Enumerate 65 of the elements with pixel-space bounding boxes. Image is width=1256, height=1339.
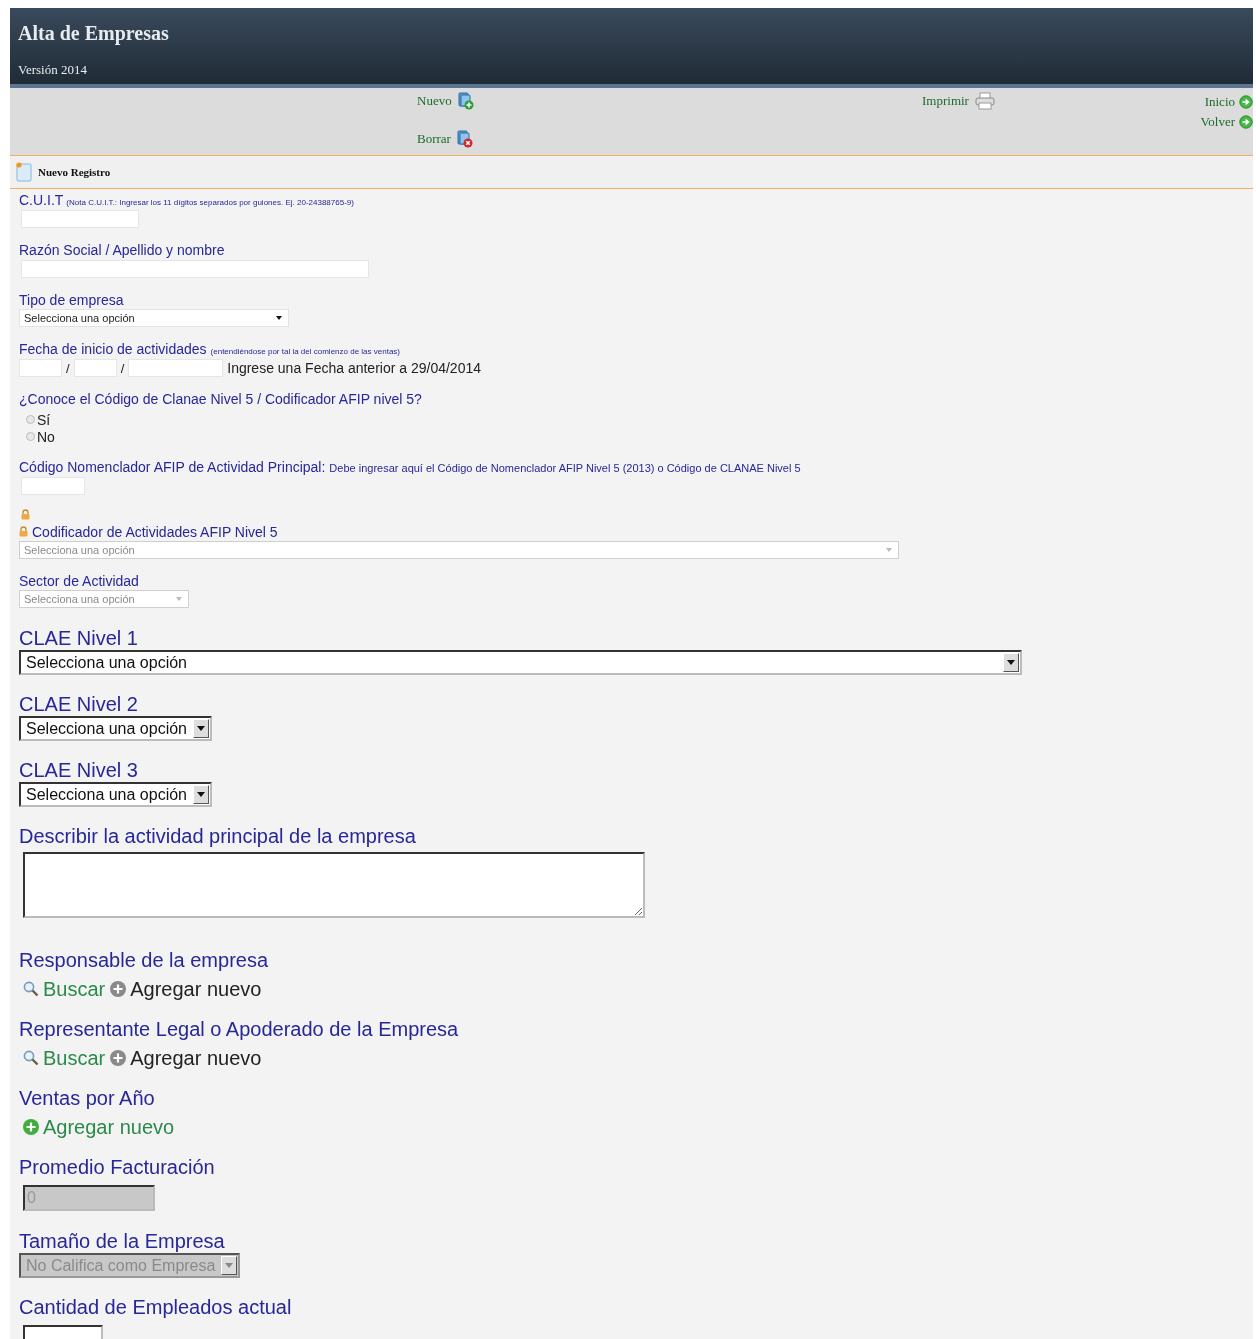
caret-icon [1003,653,1019,672]
field-label: Tipo de empresa [19,292,124,308]
field-label: Tamaño de la Empresa [19,1229,225,1253]
field-label: Fecha de inicio de actividades [19,341,207,357]
dropdown[interactable]: Selecciona una opción [19,716,212,741]
date-separator: / [120,360,125,376]
action-link[interactable]: Buscar [22,977,106,1001]
field-label: CLAE Nivel 3 [19,758,138,782]
search-icon [22,980,40,998]
field-label: Razón Social / Apellido y nombre [19,242,225,258]
year-input[interactable] [128,359,224,377]
field-label: Cantidad de Empleados actual [19,1295,292,1319]
month-input[interactable] [73,359,117,377]
field-label: Ventas por Año [19,1086,155,1110]
version-label: Versión 2014 [18,62,88,78]
field-label: Promedio Facturación [19,1155,215,1179]
caret-icon [276,316,282,320]
date-hint: Ingrese una Fecha anterior a 29/04/2014 [227,360,481,376]
delete-document-icon [456,130,473,148]
field-label: Codificador de Actividades AFIP Nivel 5 [32,524,278,540]
search-icon [22,1049,40,1067]
field-label: CLAE Nivel 1 [19,626,138,650]
document-icon [16,162,32,182]
toolbar-link[interactable]: Nuevo [417,92,474,110]
dropdown[interactable]: Selecciona una opción [19,309,289,327]
field-note: (entendiéndose por tal la del comienzo de las ventas) [210,347,400,356]
radio-button[interactable] [26,415,35,424]
field-note: (Nota C.U.I.T.: Ingresar los 11 dígitos separados por guiones. Ej. 20-24388765-9) [66,198,354,207]
field-label: CLAE Nivel 2 [19,692,138,716]
text-area[interactable] [23,852,645,918]
action-link[interactable]: Buscar [22,1046,106,1070]
field-label: Sector de Actividad [19,573,139,589]
plus-circle-icon [22,1118,40,1136]
date-separator: / [66,360,70,376]
radio-label: No [37,428,55,445]
section-title: Nuevo Registro [38,166,111,178]
caret-icon [193,785,209,804]
plus-circle-icon [109,980,128,998]
field-label: Responsable de la empresa [19,948,269,972]
radio-button[interactable] [26,432,35,441]
field-label: ¿Conoce el Código de Clanae Nivel 5 / Codificador AFIP nivel 5? [19,391,422,407]
field-label: Código Nomenclador AFIP de Actividad Principal: [19,459,326,475]
toolbar-link[interactable]: Imprimir [922,92,995,110]
radio-label: Sí [37,411,51,428]
toolbar-link[interactable]: Borrar [417,130,473,148]
dropdown[interactable]: Selecciona una opción [19,782,212,807]
field-label: Representante Legal o Apoderado de la Empresa [19,1017,459,1041]
caret-icon [221,1256,238,1275]
field-note: Debe ingresar aquí el Código de Nomenclador AFIP Nivel 5 (2013) o Código de CLANAE Nivel 5 [329,462,801,474]
day-input[interactable] [19,359,62,377]
toolbar-link[interactable]: Inicio [1204,94,1253,110]
field-label: Describir la actividad principal de la empresa [19,824,416,848]
arrow-circle-icon [1239,95,1253,109]
caret-icon [886,548,892,552]
toolbar-link[interactable]: Volver [1200,114,1253,130]
field-label: C.U.I.T [19,192,64,208]
plus-circle-icon [109,1049,128,1067]
action-link[interactable]: Agregar nuevo [22,1115,175,1139]
arrow-circle-icon [1239,115,1253,129]
caret-icon [176,597,182,601]
page-title: Alta de Empresas [18,22,170,47]
printer-icon [974,92,995,110]
caret-icon [193,719,209,738]
dropdown[interactable]: Selecciona una opción [19,650,1022,675]
add-document-icon [457,92,474,110]
